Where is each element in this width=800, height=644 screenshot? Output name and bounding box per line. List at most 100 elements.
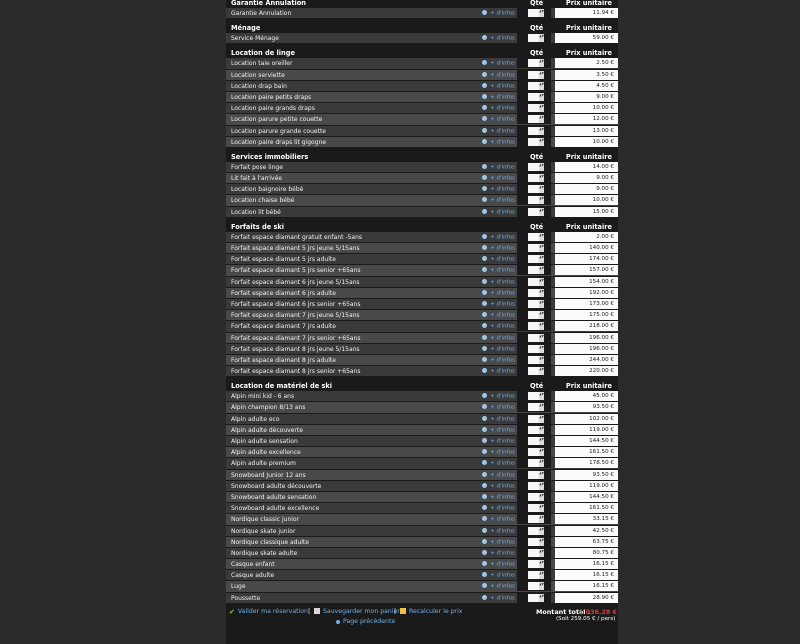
quantity-stepper[interactable]: ▲▼ [539, 322, 544, 331]
more-info-link[interactable]: + d'infos [482, 368, 515, 375]
quantity-stepper[interactable]: ▲▼ [539, 266, 544, 275]
quantity-stepper[interactable]: ▲▼ [539, 582, 544, 591]
more-info-link[interactable]: + d'infos [482, 312, 515, 319]
quantity-stepper[interactable]: ▲▼ [539, 548, 544, 557]
more-info-link[interactable]: + d'infos [482, 116, 515, 123]
quantity-stepper[interactable]: ▲▼ [539, 207, 544, 216]
more-info-link[interactable]: + d'infos [482, 10, 515, 17]
quantity-input[interactable] [528, 481, 539, 490]
more-info-link[interactable]: + d'infos [482, 186, 515, 193]
quantity-stepper[interactable]: ▲▼ [539, 515, 544, 524]
quantity-input[interactable] [528, 174, 539, 183]
quantity-input[interactable] [528, 207, 539, 216]
quantity-input[interactable] [528, 311, 539, 320]
more-info-link[interactable]: + d'infos [482, 127, 515, 134]
quantity-stepper[interactable]: ▲▼ [539, 34, 544, 43]
quantity-input[interactable] [528, 277, 539, 286]
more-info-link[interactable]: + d'infos [482, 245, 515, 252]
more-info-link[interactable]: + d'infos [482, 208, 515, 215]
more-info-link[interactable]: + d'infos [482, 334, 515, 341]
more-info-link[interactable]: + d'infos [482, 138, 515, 145]
quantity-input[interactable] [528, 9, 539, 17]
more-info-link[interactable]: + d'infos [482, 426, 515, 433]
more-info-link[interactable]: + d'infos [482, 163, 515, 170]
quantity-stepper[interactable]: ▲▼ [539, 504, 544, 513]
quantity-stepper[interactable]: ▲▼ [539, 333, 544, 342]
quantity-stepper[interactable]: ▲▼ [539, 288, 544, 297]
recalculate-price-link[interactable]: Recalculer le prix [400, 607, 462, 615]
quantity-input[interactable] [528, 333, 539, 342]
quantity-stepper[interactable]: ▲▼ [539, 70, 544, 79]
quantity-input[interactable] [528, 266, 539, 275]
quantity-input[interactable] [528, 244, 539, 252]
quantity-stepper[interactable]: ▲▼ [539, 448, 544, 457]
quantity-input[interactable] [528, 34, 539, 43]
quantity-input[interactable] [528, 515, 539, 524]
quantity-input[interactable] [528, 414, 539, 423]
more-info-link[interactable]: + d'infos [482, 538, 515, 545]
quantity-stepper[interactable]: ▲▼ [539, 593, 544, 602]
more-info-link[interactable]: + d'infos [482, 35, 515, 42]
quantity-input[interactable] [528, 288, 539, 297]
quantity-input[interactable] [528, 255, 539, 264]
more-info-link[interactable]: + d'infos [482, 493, 515, 500]
more-info-link[interactable]: + d'infos [482, 60, 515, 67]
quantity-input[interactable] [528, 137, 539, 146]
more-info-link[interactable]: + d'infos [482, 233, 515, 240]
more-info-link[interactable]: + d'infos [482, 460, 515, 467]
quantity-stepper[interactable]: ▲▼ [539, 137, 544, 146]
quantity-stepper[interactable]: ▲▼ [539, 403, 544, 412]
more-info-link[interactable]: + d'infos [482, 197, 515, 204]
quantity-input[interactable] [528, 537, 539, 546]
quantity-input[interactable] [528, 115, 539, 124]
quantity-stepper[interactable]: ▲▼ [539, 277, 544, 286]
quantity-input[interactable] [528, 448, 539, 457]
quantity-stepper[interactable]: ▲▼ [539, 59, 544, 68]
quantity-stepper[interactable]: ▲▼ [539, 104, 544, 113]
quantity-stepper[interactable]: ▲▼ [539, 244, 544, 252]
more-info-link[interactable]: + d'infos [482, 561, 515, 568]
more-info-link[interactable]: + d'infos [482, 278, 515, 285]
quantity-input[interactable] [528, 232, 539, 241]
quantity-input[interactable] [528, 548, 539, 557]
quantity-stepper[interactable]: ▲▼ [539, 174, 544, 183]
quantity-stepper[interactable]: ▲▼ [539, 459, 544, 468]
more-info-link[interactable]: + d'infos [482, 71, 515, 78]
quantity-stepper[interactable]: ▲▼ [539, 481, 544, 490]
more-info-link[interactable]: + d'infos [482, 594, 515, 601]
save-cart-link[interactable]: Sauvegarder mon panier [314, 607, 400, 615]
quantity-stepper[interactable]: ▲▼ [539, 571, 544, 580]
quantity-stepper[interactable]: ▲▼ [539, 344, 544, 353]
quantity-input[interactable] [528, 70, 539, 79]
quantity-stepper[interactable]: ▲▼ [539, 367, 544, 376]
quantity-input[interactable] [528, 470, 539, 479]
quantity-input[interactable] [528, 571, 539, 580]
quantity-input[interactable] [528, 196, 539, 205]
more-info-link[interactable]: + d'infos [482, 256, 515, 263]
quantity-stepper[interactable]: ▲▼ [539, 126, 544, 135]
quantity-stepper[interactable]: ▲▼ [539, 355, 544, 364]
quantity-stepper[interactable]: ▲▼ [539, 414, 544, 423]
quantity-stepper[interactable]: ▲▼ [539, 196, 544, 205]
quantity-input[interactable] [528, 504, 539, 513]
quantity-input[interactable] [528, 560, 539, 569]
quantity-input[interactable] [528, 425, 539, 434]
quantity-stepper[interactable]: ▲▼ [539, 232, 544, 241]
quantity-stepper[interactable]: ▲▼ [539, 9, 544, 17]
more-info-link[interactable]: + d'infos [482, 289, 515, 296]
quantity-stepper[interactable]: ▲▼ [539, 392, 544, 401]
quantity-input[interactable] [528, 582, 539, 591]
more-info-link[interactable]: + d'infos [482, 356, 515, 363]
more-info-link[interactable]: + d'infos [482, 323, 515, 330]
quantity-stepper[interactable]: ▲▼ [539, 185, 544, 194]
more-info-link[interactable]: + d'infos [482, 572, 515, 579]
quantity-input[interactable] [528, 59, 539, 68]
quantity-input[interactable] [528, 104, 539, 113]
quantity-input[interactable] [528, 81, 539, 90]
quantity-input[interactable] [528, 185, 539, 194]
more-info-link[interactable]: + d'infos [482, 516, 515, 523]
more-info-link[interactable]: + d'infos [482, 82, 515, 89]
more-info-link[interactable]: + d'infos [482, 300, 515, 307]
more-info-link[interactable]: + d'infos [482, 393, 515, 400]
more-info-link[interactable]: + d'infos [482, 345, 515, 352]
